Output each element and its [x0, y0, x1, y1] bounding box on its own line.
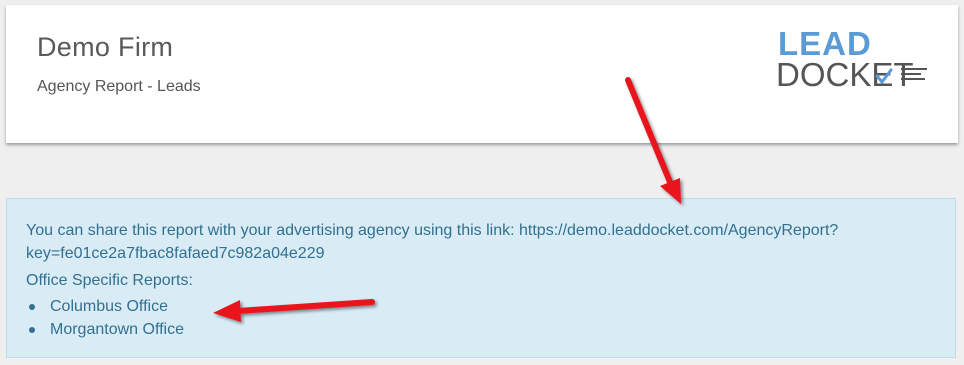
bullet-icon — [29, 327, 35, 333]
logo-check-icon — [875, 68, 927, 84]
office-link-morgantown[interactable]: Morgantown Office — [50, 321, 184, 338]
bullet-icon — [29, 304, 35, 310]
report-header: Demo Firm Agency Report - Leads LEAD DOC… — [6, 5, 958, 143]
office-reports-list: Columbus Office Morgantown Office — [26, 295, 184, 341]
office-reports-label: Office Specific Reports: — [26, 272, 193, 289]
firm-name: Demo Firm — [37, 32, 174, 62]
lead-docket-logo: LEAD DOCKET — [776, 27, 928, 93]
share-link-message[interactable]: You can share this report with your adve… — [26, 219, 926, 265]
report-title: Agency Report - Leads — [37, 78, 201, 95]
list-item: Morgantown Office — [26, 318, 184, 341]
office-link-columbus[interactable]: Columbus Office — [50, 298, 168, 315]
list-item: Columbus Office — [26, 295, 184, 318]
share-info-alert: You can share this report with your adve… — [6, 198, 956, 358]
